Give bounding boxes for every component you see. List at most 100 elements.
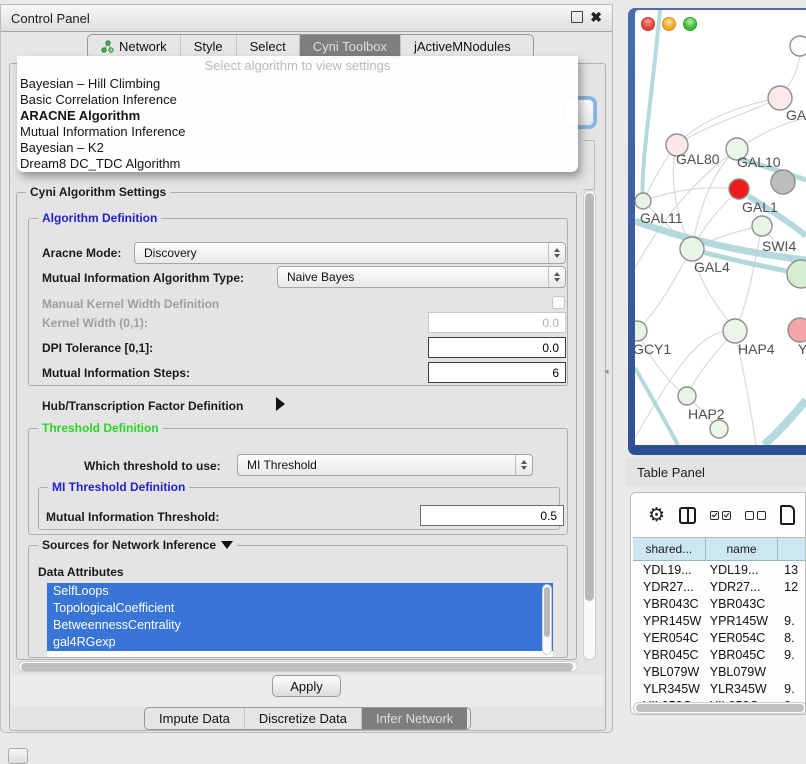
tab-infer-network[interactable]: Infer Network <box>361 708 467 729</box>
table-row[interactable]: YPR145WYPR145W9. <box>633 612 806 629</box>
node-label: SWI4 <box>762 238 796 254</box>
aracne-mode-label: Aracne Mode: <box>42 246 121 260</box>
network-node-gal1[interactable] <box>752 216 772 236</box>
tab-select-label: Select <box>250 39 286 54</box>
algorithm-option-basic-correlation[interactable]: Basic Correlation Inference <box>17 92 578 108</box>
algorithm-dropdown-list: Select algorithm to view settings Bayesi… <box>17 56 578 172</box>
table-row[interactable]: YDL19...YDL19...13 <box>633 561 806 578</box>
attribute-item-selfloops[interactable]: SelfLoops <box>47 583 553 600</box>
table-row[interactable]: YBL079WYBL079W <box>633 663 806 680</box>
apply-button[interactable]: Apply <box>272 675 341 697</box>
dpi-tolerance-input[interactable] <box>428 337 566 358</box>
attribute-item-topologicalcoefficient[interactable]: TopologicalCoefficient <box>47 600 553 617</box>
app-root: { "window": { "title": "Control Panel" }… <box>0 0 806 762</box>
algorithm-option-mutual-information[interactable]: Mutual Information Inference <box>17 124 578 140</box>
manual-kernel-checkbox[interactable] <box>552 296 565 309</box>
tab-jactivemnodules-label: jActiveMNodules <box>414 39 511 54</box>
tab-discretize-data[interactable]: Discretize Data <box>244 708 361 729</box>
column-layout-icon[interactable] <box>679 507 696 524</box>
mi-steps-input[interactable] <box>428 362 566 383</box>
settings-horizontal-scrollbar[interactable] <box>18 661 578 672</box>
column-header-name[interactable]: name <box>706 538 779 561</box>
float-window-icon[interactable] <box>571 11 583 23</box>
mi-type-combobox[interactable]: Naive Bayes <box>277 266 566 288</box>
aracne-mode-combobox[interactable]: Discovery <box>134 242 566 264</box>
table-row[interactable]: YBR045CYBR045C9. <box>633 646 806 663</box>
combo-stepper-icon <box>515 455 532 475</box>
table-horizontal-scrollbar[interactable] <box>633 702 806 714</box>
tab-infer-network-label: Infer Network <box>376 711 453 726</box>
node-label: GAL11 <box>640 210 683 226</box>
unselect-checkboxes-icon[interactable] <box>745 511 766 520</box>
tab-style[interactable]: Style <box>180 35 236 58</box>
tab-jactivemnodules[interactable]: jActiveMNodules <box>400 35 524 58</box>
settings-vertical-scrollbar[interactable] <box>583 190 596 660</box>
settings-vertical-scrollbar-thumb[interactable] <box>585 193 594 601</box>
tab-impute-data[interactable]: Impute Data <box>145 708 244 729</box>
mi-threshold-group-title: MI Threshold Definition <box>48 480 189 494</box>
network-graph: GAL GAL80 GAL10 GAL1 GAL11 SWI4 GAL4 GCY… <box>635 10 806 445</box>
network-node[interactable] <box>710 420 728 438</box>
which-threshold-combobox[interactable]: MI Threshold <box>237 454 533 476</box>
algorithm-option-bayesian-hill-climbing[interactable]: Bayesian – Hill Climbing <box>17 76 578 92</box>
expand-arrow-icon[interactable] <box>276 397 285 411</box>
tab-select[interactable]: Select <box>236 35 299 58</box>
column-header-shared[interactable]: shared... <box>633 538 706 561</box>
algorithm-dropdown-placeholder: Select algorithm to view settings <box>17 56 578 76</box>
ghost-group-border <box>583 140 595 190</box>
network-node-hap2[interactable] <box>678 387 696 405</box>
algorithm-option-dream8[interactable]: Dream8 DC_TDC Algorithm <box>17 156 578 172</box>
close-icon[interactable]: ✖ <box>590 11 602 23</box>
table-toolbar: ⚙ <box>631 493 805 537</box>
network-node-y[interactable] <box>788 318 806 342</box>
settings-horizontal-scrollbar-thumb[interactable] <box>21 663 573 671</box>
network-node-selected-red[interactable] <box>729 179 749 199</box>
table-row[interactable]: YDR27...YDR27...12 <box>633 578 806 595</box>
node-table: shared... name YDL19...YDL19...13 YDR27.… <box>633 537 806 702</box>
tab-impute-data-label: Impute Data <box>159 711 230 726</box>
tab-cyni-toolbox[interactable]: Cyni Toolbox <box>299 35 400 58</box>
tab-network[interactable]: Network <box>88 35 180 58</box>
network-node-gal11[interactable] <box>635 193 651 209</box>
attributes-list-scrollbar-thumb[interactable] <box>544 587 550 637</box>
algorithm-definition-title: Algorithm Definition <box>38 211 161 225</box>
cyni-mode-tabbar: Impute Data Discretize Data Infer Networ… <box>144 707 471 730</box>
network-node-gcy1[interactable] <box>635 321 647 341</box>
network-node-gray[interactable] <box>771 170 795 194</box>
select-all-checkboxes-icon[interactable] <box>710 511 731 520</box>
attribute-item-betweennesscentrality[interactable]: BetweennessCentrality <box>47 617 553 634</box>
combo-stepper-icon <box>548 267 565 287</box>
network-node-gal4[interactable] <box>680 237 704 261</box>
tab-style-label: Style <box>194 39 223 54</box>
table-row[interactable]: YLR345WYLR345W9. <box>633 680 806 697</box>
which-threshold-label: Which threshold to use: <box>84 459 221 473</box>
aracne-mode-value: Discovery <box>135 246 548 260</box>
table-header-row: shared... name <box>633 538 806 561</box>
attribute-item-gal4rgexp[interactable]: gal4RGexp <box>47 634 553 651</box>
settings-gear-icon[interactable]: ⚙ <box>648 505 665 525</box>
algorithm-option-aracne[interactable]: ARACNE Algorithm <box>17 108 578 124</box>
network-canvas[interactable]: GAL GAL80 GAL10 GAL1 GAL11 SWI4 GAL4 GCY… <box>635 10 806 445</box>
dpi-tolerance-label: DPI Tolerance [0,1]: <box>42 341 153 355</box>
node-label: GAL10 <box>737 154 781 170</box>
network-node-hap4[interactable] <box>723 319 747 343</box>
panel-splitter-handle[interactable]: ◂ <box>604 366 609 377</box>
table-panel-titlebar: Table Panel <box>626 458 806 486</box>
table-row[interactable]: YBR043CYBR043C <box>633 595 806 612</box>
algorithm-option-bayesian-k2[interactable]: Bayesian – K2 <box>17 140 578 156</box>
kernel-width-input[interactable] <box>428 312 566 333</box>
table-row[interactable]: YER054CYER054C8. <box>633 629 806 646</box>
mi-threshold-input[interactable] <box>420 505 564 526</box>
data-attributes-list[interactable]: SelfLoops TopologicalCoefficient Between… <box>47 583 553 657</box>
node-label: GCY1 <box>635 341 671 357</box>
column-header-clipped[interactable] <box>778 538 806 561</box>
network-node[interactable] <box>790 36 806 56</box>
tab-cyni-toolbox-label: Cyni Toolbox <box>313 39 387 54</box>
mi-steps-label: Mutual Information Steps: <box>42 366 190 380</box>
collapse-arrow-icon[interactable] <box>221 541 233 549</box>
table-horizontal-scrollbar-thumb[interactable] <box>636 704 804 712</box>
attributes-list-scrollbar[interactable] <box>542 584 552 655</box>
network-node-swi4[interactable] <box>787 260 806 288</box>
table-sheet-icon[interactable] <box>780 505 795 525</box>
node-label: GAL80 <box>676 151 720 167</box>
